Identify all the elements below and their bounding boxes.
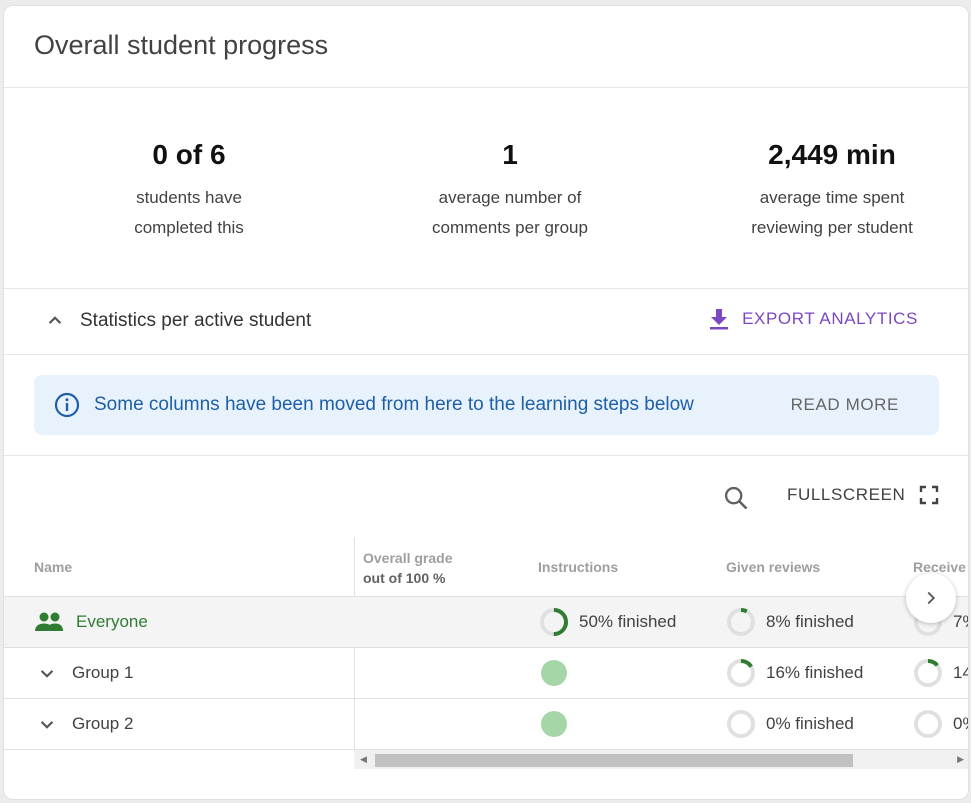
stat-comments-value: 1	[502, 139, 518, 170]
page-title: Overall student progress	[34, 30, 329, 60]
complete-dot	[541, 711, 567, 737]
read-more-button[interactable]: READ MORE	[791, 395, 899, 415]
horizontal-scrollbar[interactable]: ◀ ▶	[354, 749, 968, 769]
progress-ring-track	[914, 710, 942, 738]
received-reviews-value: 14	[953, 663, 968, 682]
search-icon[interactable]	[722, 484, 750, 512]
stat-completed-value: 0 of 6	[152, 139, 226, 170]
fullscreen-label: FULLSCREEN	[787, 485, 906, 504]
info-banner: Some columns have been moved from here t…	[34, 375, 939, 435]
stat-time: 2,449 min average time spent reviewing pe…	[682, 139, 968, 243]
received-reviews-value: 7%	[953, 612, 968, 631]
table-row[interactable]: Everyone 50% finished 8% finished 7%	[4, 596, 968, 647]
given-reviews-value: 0% finished	[766, 714, 854, 733]
fullscreen-icon	[920, 485, 939, 505]
stat-time-label: average time spent reviewing per student	[682, 183, 968, 243]
section-title: Statistics per active student	[80, 310, 312, 331]
chevron-up-icon	[48, 316, 62, 324]
stat-time-value: 2,449 min	[768, 139, 896, 170]
progress-ring	[727, 608, 755, 636]
received-reviews-cell: 0%	[913, 699, 968, 749]
divider	[4, 87, 968, 88]
divider	[4, 354, 968, 355]
instructions-cell: 50% finished	[539, 597, 676, 647]
row-name: Group 2	[34, 699, 133, 749]
scroll-left-arrow-icon[interactable]: ◀	[360, 754, 367, 765]
row-name: Group 1	[34, 648, 133, 698]
stat-label-line: reviewing per student	[751, 218, 913, 237]
stat-completed: 0 of 6 students have completed this	[39, 139, 339, 243]
column-header-grade-label: Overall grade	[363, 550, 453, 566]
scrollbar-thumb[interactable]	[375, 754, 853, 767]
student-progress-card: Overall student progress 0 of 6 students…	[3, 5, 969, 800]
given-reviews-value: 16% finished	[766, 663, 864, 682]
stat-completed-label: students have completed this	[39, 183, 339, 243]
stat-label-line: average number of	[438, 188, 582, 207]
scroll-right-button[interactable]	[906, 573, 956, 623]
row-name-label: Group 1	[72, 663, 134, 682]
given-reviews-value: 8% finished	[766, 612, 854, 631]
section-toggle[interactable]: Statistics per active student	[42, 308, 311, 334]
progress-ring	[914, 659, 942, 687]
given-reviews-cell: 0% finished	[726, 699, 854, 749]
stat-label-line: average time spent	[759, 188, 905, 207]
progress-ring	[540, 608, 568, 636]
stat-label-line: completed this	[134, 218, 244, 237]
divider	[4, 455, 968, 456]
progress-ring-track	[727, 710, 755, 738]
row-name-label: Group 2	[72, 714, 134, 733]
received-reviews-value: 0%	[953, 714, 968, 733]
download-icon	[710, 309, 729, 330]
info-banner-text: Some columns have been moved from here t…	[94, 394, 694, 415]
instructions-cell	[541, 699, 567, 749]
column-header-grade-sub: out of 100 %	[363, 570, 446, 586]
progress-ring	[727, 659, 755, 687]
info-icon	[54, 392, 80, 418]
table-row[interactable]: Group 2 0% finished 0%	[4, 698, 968, 749]
scroll-right-arrow-icon[interactable]: ▶	[957, 754, 964, 765]
progress-ring	[914, 710, 942, 738]
chevron-right-icon	[927, 591, 936, 605]
progress-ring	[727, 710, 755, 738]
instructions-value: 50% finished	[579, 612, 677, 631]
fullscreen-button[interactable]: FULLSCREEN	[787, 485, 939, 505]
chevron-down-icon[interactable]	[34, 660, 60, 686]
row-name: Everyone	[34, 597, 148, 647]
stat-label-line: comments per group	[432, 218, 588, 237]
stat-comments: 1 average number of comments per group	[360, 139, 660, 243]
instructions-cell	[541, 648, 567, 698]
row-name-label[interactable]: Everyone	[76, 612, 148, 632]
complete-dot	[541, 660, 567, 686]
stat-comments-label: average number of comments per group	[360, 183, 660, 243]
given-reviews-cell: 8% finished	[726, 597, 854, 647]
export-analytics-button[interactable]: EXPORT ANALYTICS	[708, 307, 918, 331]
divider	[4, 288, 968, 289]
progress-ring-track	[727, 608, 755, 636]
given-reviews-cell: 16% finished	[726, 648, 863, 698]
stat-label-line: students have	[136, 188, 242, 207]
export-analytics-label: EXPORT ANALYTICS	[742, 309, 918, 328]
chevron-down-icon[interactable]	[34, 711, 60, 737]
table-row[interactable]: Group 1 16% finished 14	[4, 647, 968, 698]
received-reviews-cell: 14	[913, 648, 968, 698]
group-icon	[35, 612, 63, 631]
